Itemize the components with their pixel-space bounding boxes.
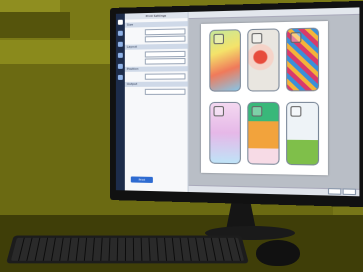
print-button[interactable]: Print xyxy=(130,176,153,183)
layout-input[interactable] xyxy=(144,50,186,58)
camera-cutout xyxy=(213,33,224,45)
backdrop-accent xyxy=(0,0,60,12)
monitor-screen: Print Settings Size Layout Position Outp… xyxy=(115,7,360,197)
field-row xyxy=(127,57,186,65)
camera-cutout xyxy=(251,32,263,44)
phone-case-design[interactable] xyxy=(247,101,280,165)
size-input[interactable] xyxy=(144,27,186,35)
panel-title: Print Settings xyxy=(124,11,188,20)
crop-icon[interactable] xyxy=(117,52,123,58)
camera-cutout xyxy=(251,106,263,117)
status-bar xyxy=(188,184,360,197)
ok-button[interactable] xyxy=(327,188,342,195)
field-row xyxy=(127,35,186,42)
phone-case-design[interactable] xyxy=(286,101,320,166)
print-canvas xyxy=(188,7,360,197)
phone-case-design[interactable] xyxy=(247,28,280,92)
print-sheet xyxy=(201,21,328,176)
camera-cutout xyxy=(290,32,302,43)
output-select[interactable] xyxy=(144,88,186,95)
camera-cutout xyxy=(290,106,302,117)
phone-case-design[interactable] xyxy=(209,101,241,165)
field-row xyxy=(127,88,186,95)
cancel-button[interactable] xyxy=(342,188,357,196)
section-layout[interactable]: Layout xyxy=(124,43,188,50)
color-icon[interactable] xyxy=(117,63,123,69)
field-row xyxy=(127,27,186,35)
section-output[interactable]: Output xyxy=(124,81,188,87)
position-input[interactable] xyxy=(144,72,186,80)
field-row xyxy=(127,50,186,58)
phone-case-design[interactable] xyxy=(286,27,320,92)
backdrop-stripe xyxy=(0,12,70,38)
phone-case-design[interactable] xyxy=(209,29,241,92)
mouse xyxy=(256,240,300,266)
field-row xyxy=(127,72,186,80)
tool-rail xyxy=(115,13,125,191)
text-icon[interactable] xyxy=(117,41,123,47)
size-input[interactable] xyxy=(144,35,186,42)
layout-icon[interactable] xyxy=(117,19,123,25)
print-icon[interactable] xyxy=(117,74,123,80)
keyboard-keys xyxy=(10,237,245,261)
canvas-toolbar xyxy=(188,7,360,20)
keyboard xyxy=(6,235,249,264)
monitor: Print Settings Size Layout Position Outp… xyxy=(110,0,363,208)
section-size[interactable]: Size xyxy=(124,21,188,28)
image-icon[interactable] xyxy=(117,30,123,36)
settings-panel: Print Settings Size Layout Position Outp… xyxy=(124,11,189,192)
section-position[interactable]: Position xyxy=(124,66,188,72)
camera-cutout xyxy=(213,106,224,117)
layout-input[interactable] xyxy=(144,57,186,65)
